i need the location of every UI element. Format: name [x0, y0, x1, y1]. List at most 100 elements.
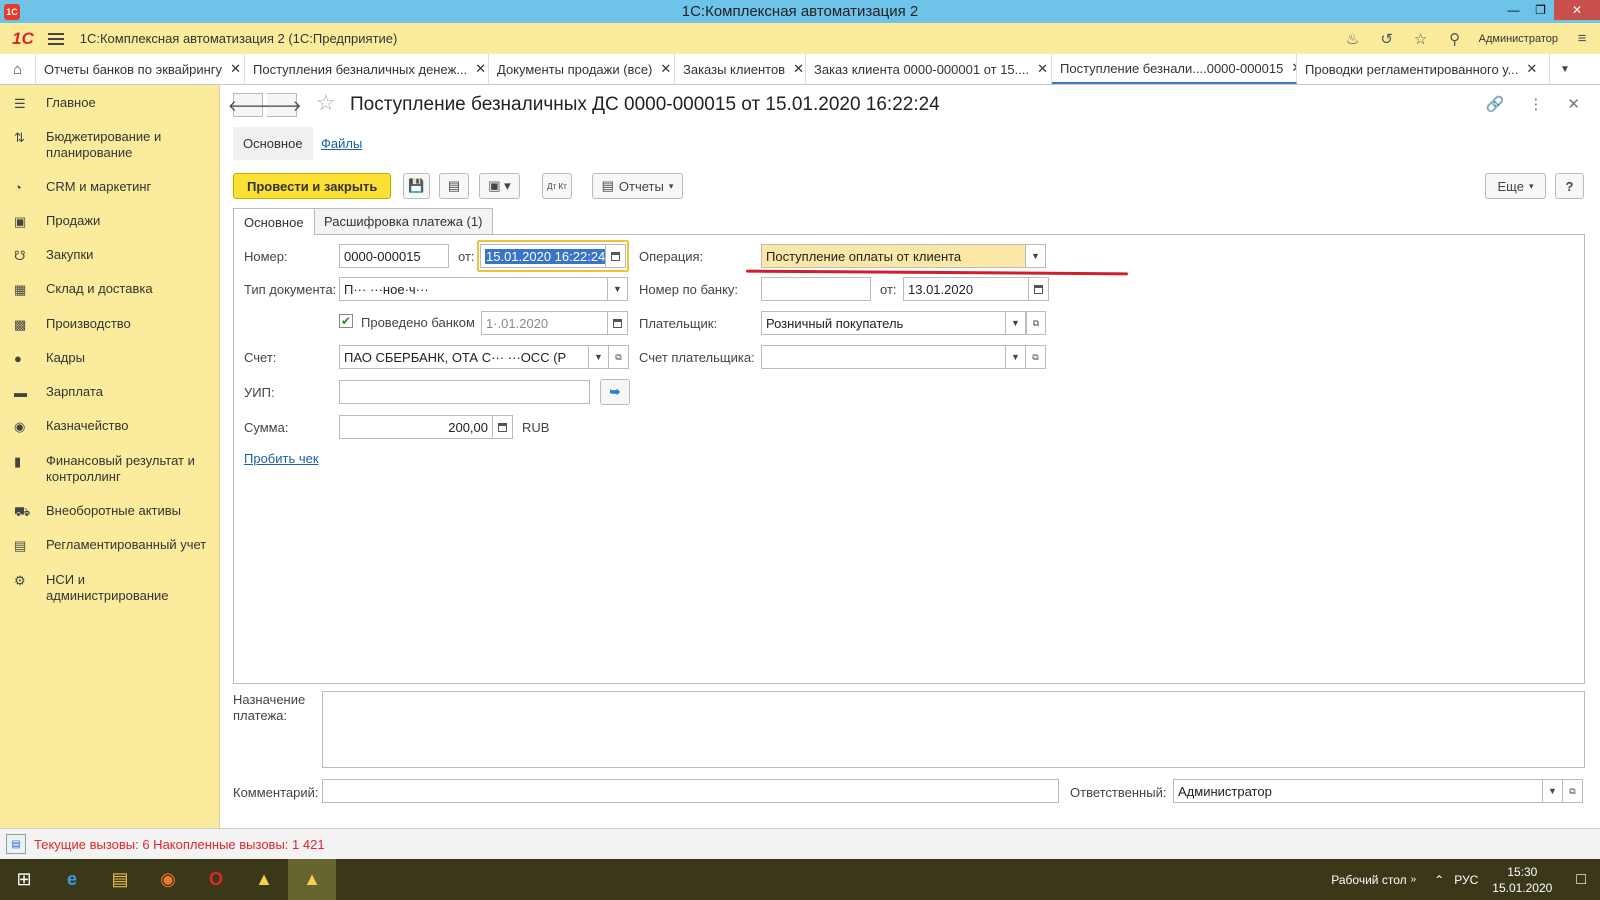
chevron-down-icon[interactable]: ▼ — [589, 345, 609, 369]
performance-icon[interactable]: ▤ — [6, 834, 26, 854]
open-icon[interactable]: ⧉ — [609, 345, 629, 369]
uip-field[interactable] — [339, 380, 590, 404]
sidebar-item-main[interactable]: ☰ Главное — [0, 95, 106, 112]
posted-by-bank-checkbox[interactable]: ✔ — [339, 314, 353, 328]
operation-field[interactable]: Поступление оплаты от клиента — [761, 244, 1026, 268]
open-icon[interactable]: ⧉ — [1563, 779, 1583, 803]
tab-bank-reports[interactable]: Отчеты банков по эквайрингу ✕ — [36, 54, 245, 84]
responsible-field[interactable]: Администратор — [1173, 779, 1543, 803]
payer-field[interactable]: Розничный покупатель — [761, 311, 1006, 335]
post-and-close-button[interactable]: Провести и закрыть — [233, 173, 392, 199]
tab-payment-breakdown[interactable]: Расшифровка платежа (1) — [313, 208, 494, 234]
notifications-icon[interactable]: □ — [1576, 871, 1586, 889]
windows-start-icon[interactable]: ⊞ — [0, 859, 48, 900]
favorite-star-icon[interactable]: ☆ — [316, 90, 336, 116]
explorer-icon[interactable]: ▤ — [96, 859, 144, 900]
account-field[interactable]: ПАО СБЕРБАНК, ОТА С··· ···ОСС (Р — [339, 345, 589, 369]
bell-icon[interactable]: ♨ — [1343, 30, 1363, 48]
chevron-down-icon[interactable]: ▼ — [1543, 779, 1563, 803]
purpose-field[interactable] — [322, 691, 1585, 768]
sidebar-item-purchases[interactable]: ☋ Закупки — [0, 247, 103, 264]
reports-button[interactable]: ▤ Отчеты ▾ — [592, 173, 683, 199]
bank-date-field[interactable]: 13.01.2020 — [903, 277, 1029, 301]
close-tab-icon[interactable]: ✕ — [230, 61, 241, 77]
search-icon[interactable]: ⚲ — [1445, 30, 1465, 48]
close-tab-icon[interactable]: ✕ — [1037, 61, 1048, 77]
doc-type-field[interactable]: П··· ···ное·ч··· — [339, 277, 608, 301]
sidebar-item-sales[interactable]: ▣ Продажи — [0, 213, 110, 230]
app-1c-icon[interactable]: ▲ — [240, 859, 288, 900]
sidebar-item-production[interactable]: ▩ Производство — [0, 316, 141, 333]
posted-date-field[interactable]: 1·.01.2020 — [481, 311, 608, 335]
forward-button[interactable]: 🡒 — [261, 93, 302, 117]
sidebar-item-salary[interactable]: ▬ Зарплата — [0, 384, 113, 400]
calendar-icon[interactable] — [1029, 277, 1049, 301]
calculator-icon[interactable] — [493, 415, 513, 439]
history-icon[interactable]: ↺ — [1377, 30, 1397, 48]
chevron-up-icon[interactable]: » — [1411, 874, 1417, 885]
calendar-icon[interactable] — [606, 244, 626, 268]
number-field[interactable]: 0000-000015 — [339, 244, 449, 268]
tab-payment-receipt[interactable]: Поступление безнали....0000-000015✕ — [1052, 54, 1297, 84]
sidebar-item-admin[interactable]: ⚙ НСИ и администрирование — [0, 572, 186, 604]
tab-postings[interactable]: Проводки регламентированного у... ✕ — [1297, 54, 1550, 84]
tab-sales-docs[interactable]: Документы продажи (все) ✕ — [489, 54, 675, 84]
open-icon[interactable]: ⧉ — [1026, 345, 1046, 369]
close-icon[interactable]: ✕ — [1567, 95, 1580, 113]
payer-account-field[interactable] — [761, 345, 1006, 369]
home-icon[interactable]: ⌂ — [0, 54, 36, 84]
sidebar-item-warehouse[interactable]: ▦ Склад и доставка — [0, 281, 163, 298]
sidebar-item-reglament[interactable]: ▤ Регламентированный учет — [0, 537, 216, 554]
chevron-down-icon[interactable]: ▼ — [1006, 345, 1026, 369]
firefox-icon[interactable]: ◉ — [144, 859, 192, 900]
calendar-icon[interactable] — [608, 311, 628, 335]
clock[interactable]: 15:30 15.01.2020 — [1492, 864, 1552, 896]
sidebar-item-crm[interactable]: ◔ CRM и маркетинг — [0, 179, 161, 195]
minimize-icon[interactable]: — — [1500, 0, 1527, 20]
app-1c-active-icon[interactable]: ▲ — [288, 859, 336, 900]
more-button[interactable]: Еще ▾ — [1485, 173, 1546, 199]
create-based-on-icon[interactable]: ▣ ▾ — [479, 173, 520, 199]
uip-fill-icon[interactable]: ➥ — [600, 379, 630, 405]
link-icon[interactable]: 🔗 — [1486, 95, 1505, 113]
open-icon[interactable]: ⧉ — [1026, 311, 1046, 335]
restore-icon[interactable]: ❐ — [1527, 0, 1554, 20]
opera-icon[interactable]: O — [192, 859, 240, 900]
chevron-down-icon[interactable]: ▼ — [1006, 311, 1026, 335]
menu-icon[interactable]: ≡ — [1572, 30, 1592, 47]
desktop-label[interactable]: Рабочий стол — [1331, 873, 1406, 887]
tab-payments[interactable]: Поступления безналичных денеж... ✕ — [245, 54, 489, 84]
sidebar-item-finance[interactable]: ▮ Финансовый результат и контроллинг — [0, 453, 216, 485]
sidebar-item-hr[interactable]: ● Кадры — [0, 350, 95, 366]
language-indicator[interactable]: РУС — [1454, 873, 1478, 887]
close-icon[interactable]: ✕ — [1554, 0, 1600, 20]
chevron-down-icon[interactable]: ▼ — [608, 277, 628, 301]
tab-client-orders[interactable]: Заказы клиентов ✕ — [675, 54, 806, 84]
sidebar-item-assets[interactable]: ⛟ Внеоборотные активы — [0, 503, 191, 522]
subnav-files[interactable]: Файлы — [321, 136, 362, 151]
chevron-down-icon[interactable]: ▼ — [1550, 54, 1580, 84]
tab-client-order[interactable]: Заказ клиента 0000-000001 от 15.... ✕ — [806, 54, 1052, 84]
subnav-main[interactable]: Основное — [233, 127, 313, 160]
back-button[interactable]: 🡐 — [228, 93, 268, 117]
sidebar-item-treasury[interactable]: ◉ Казначейство — [0, 418, 138, 435]
post-icon[interactable]: ▤ — [439, 173, 469, 199]
star-icon[interactable]: ☆ — [1411, 30, 1431, 48]
help-button[interactable]: ? — [1555, 173, 1584, 199]
dtkt-icon[interactable]: Дт Кт — [542, 173, 572, 199]
chevron-down-icon[interactable]: ▼ — [1026, 244, 1046, 268]
user-name[interactable]: Администратор — [1479, 33, 1558, 45]
tray-expand-icon[interactable]: ⌃ — [1434, 873, 1444, 887]
sum-field[interactable]: 200,00 — [339, 415, 493, 439]
print-receipt-link[interactable]: Пробить чек — [244, 451, 319, 466]
main-menu-icon[interactable] — [47, 32, 64, 45]
close-tab-icon[interactable]: ✕ — [793, 61, 804, 77]
comment-field[interactable] — [322, 779, 1059, 803]
close-tab-icon[interactable]: ✕ — [1526, 61, 1537, 77]
more-vertical-icon[interactable]: ⋮ — [1528, 95, 1543, 113]
close-tab-icon[interactable]: ✕ — [660, 61, 671, 77]
document-date-field[interactable]: 15.01.2020 16:22:24 — [480, 244, 606, 268]
close-tab-icon[interactable]: ✕ — [475, 61, 486, 77]
sidebar-item-budget[interactable]: ⇅ Бюджетирование и планирование — [0, 129, 186, 161]
tab-main[interactable]: Основное — [233, 208, 315, 235]
